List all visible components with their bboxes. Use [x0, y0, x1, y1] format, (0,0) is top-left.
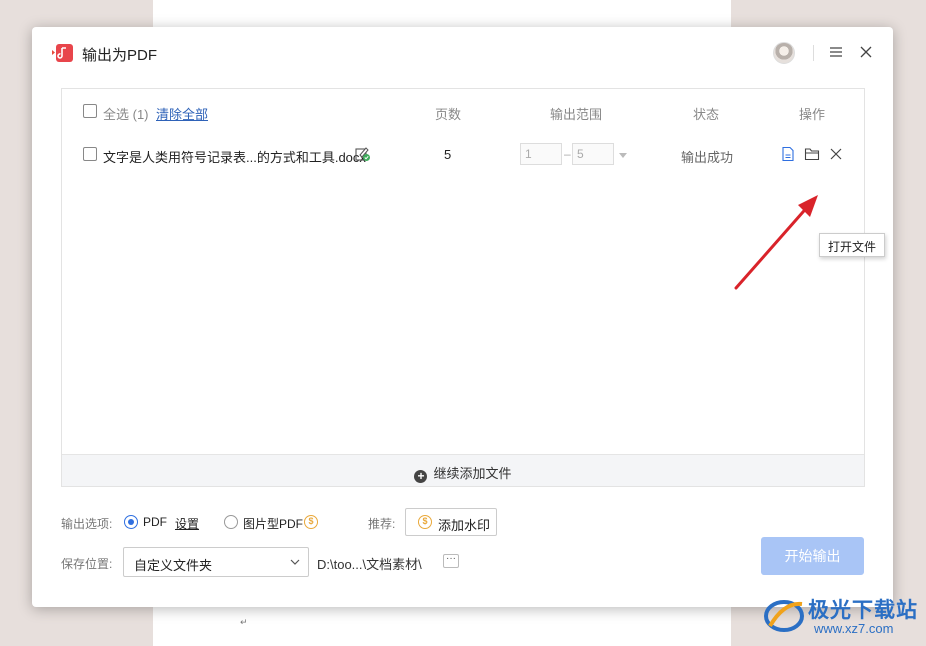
- image-pdf-radio[interactable]: [224, 515, 238, 529]
- site-brand: 极光下载站: [808, 599, 918, 622]
- open-file-icon[interactable]: [780, 146, 796, 162]
- coin-icon: $: [304, 515, 318, 529]
- header-status: 状态: [693, 107, 720, 122]
- range-dropdown-icon[interactable]: [619, 153, 627, 158]
- add-watermark-button[interactable]: $ 添加水印: [405, 508, 497, 536]
- header-actions: 操作: [799, 107, 826, 122]
- coin-icon: $: [418, 515, 432, 529]
- pdf-radio[interactable]: [124, 515, 138, 529]
- output-options-label: 输出选项:: [61, 517, 113, 531]
- clear-all-link[interactable]: 清除全部: [156, 104, 208, 123]
- edit-check-icon[interactable]: [355, 146, 371, 162]
- plus-circle-icon: +: [414, 470, 428, 483]
- save-location-select[interactable]: 自定义文件夹: [123, 547, 309, 577]
- save-location-label: 保存位置:: [61, 557, 113, 571]
- menu-icon[interactable]: [828, 44, 844, 60]
- site-url: www.xz7.com: [814, 621, 894, 636]
- doc-paragraph-mark: ↵: [240, 617, 248, 627]
- select-all-label[interactable]: 全选 (1): [103, 104, 149, 123]
- select-all-checkbox[interactable]: [83, 104, 97, 118]
- header-pages: 页数: [435, 107, 462, 122]
- open-file-tooltip: 打开文件: [819, 233, 885, 257]
- app-pdf-icon: [52, 44, 73, 62]
- add-more-label: 继续添加文件: [433, 466, 512, 481]
- add-watermark-label: 添加水印: [438, 518, 491, 533]
- save-location-value: 自定义文件夹: [134, 558, 213, 573]
- title-bar: 输出为PDF: [32, 27, 893, 79]
- dialog-title: 输出为PDF: [82, 47, 158, 64]
- header-range: 输出范围: [550, 107, 603, 122]
- image-pdf-label[interactable]: 图片型PDF: [243, 515, 303, 532]
- row-pages: 5: [444, 147, 452, 162]
- pdf-settings-link[interactable]: 设置: [175, 515, 199, 532]
- chevron-down-icon: [290, 559, 300, 565]
- file-name: 文字是人类用符号记录表...的方式和工具.docx: [103, 150, 366, 165]
- start-export-button[interactable]: 开始输出: [761, 537, 864, 575]
- avatar[interactable]: [773, 42, 795, 64]
- row-checkbox[interactable]: [83, 147, 97, 161]
- annotation-arrow: [734, 195, 818, 290]
- add-more-files-button[interactable]: + 继续添加文件: [62, 454, 864, 486]
- pdf-radio-label[interactable]: PDF: [143, 515, 167, 529]
- export-pdf-dialog: 输出为PDF 全选 (1) 清除全部 页数 输出范围 状态 操作 文字是人类用符…: [32, 27, 893, 607]
- range-to-input[interactable]: 5: [572, 143, 614, 165]
- range-from-input[interactable]: 1: [520, 143, 562, 165]
- open-folder-icon[interactable]: [804, 146, 820, 162]
- title-divider: [813, 45, 814, 61]
- close-icon[interactable]: [858, 44, 874, 60]
- status-badge: 输出成功: [681, 150, 734, 165]
- range-dash: –: [564, 147, 571, 161]
- browse-button[interactable]: ···: [443, 554, 459, 568]
- recommend-label: 推荐:: [368, 517, 396, 531]
- save-path: D:\too...\文档素材\: [317, 557, 422, 572]
- remove-icon[interactable]: [828, 146, 844, 162]
